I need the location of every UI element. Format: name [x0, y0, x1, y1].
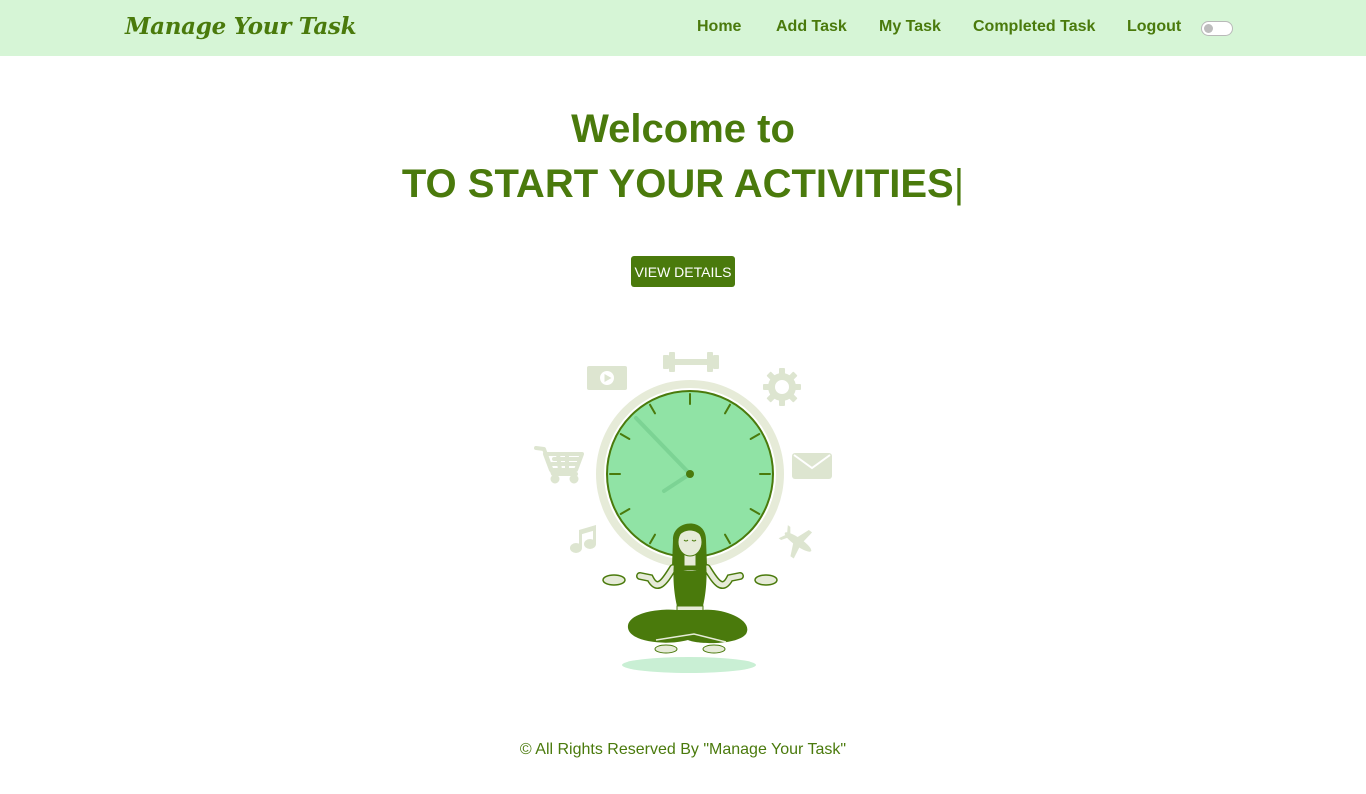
toggle-knob — [1204, 24, 1213, 33]
shopping-cart-icon — [534, 446, 584, 484]
nav-link-my-task[interactable]: My Task — [879, 18, 941, 36]
typewriter-text: TO START YOUR ACTIVITIES — [401, 162, 954, 206]
video-icon — [587, 366, 627, 390]
music-note-icon — [570, 525, 596, 553]
footer-copyright: © All Rights Reserved By "Manage Your Ta… — [519, 741, 847, 758]
typewriter-heading: TO START YOUR ACTIVITIES| — [0, 162, 1366, 207]
floor-shadow — [622, 657, 756, 673]
nav-link-completed-task[interactable]: Completed Task — [973, 18, 1095, 36]
view-details-button[interactable]: VIEW DETAILS — [631, 256, 735, 287]
airplane-icon — [778, 525, 813, 559]
nav-link-logout[interactable]: Logout — [1127, 18, 1181, 36]
meditation-clock-illustration — [534, 352, 832, 673]
dumbbell-icon — [663, 352, 719, 372]
nav-links: Home Add Task My Task Completed Task Log… — [0, 0, 1366, 56]
welcome-heading: Welcome to — [571, 107, 795, 151]
mail-icon — [792, 453, 832, 479]
theme-toggle[interactable] — [1201, 21, 1233, 36]
gear-icon — [763, 368, 801, 406]
nav-link-add-task[interactable]: Add Task — [776, 18, 847, 36]
typing-cursor: | — [953, 162, 965, 206]
nav-link-home[interactable]: Home — [697, 18, 741, 36]
navbar: Manage Your Task Home Add Task My Task C… — [0, 0, 1366, 56]
